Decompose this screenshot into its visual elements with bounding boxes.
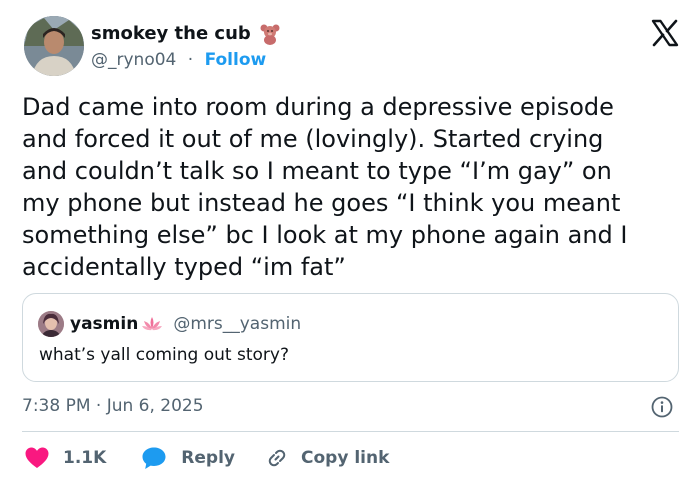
tweet-timestamp[interactable]: 7:38 PM · Jun 6, 2025 — [22, 396, 204, 416]
copy-link-label: Copy link — [301, 448, 390, 468]
reply-button[interactable]: Reply — [141, 446, 235, 470]
author-avatar[interactable] — [24, 16, 84, 76]
quoted-author-handle: @mrs__yasmin — [173, 314, 302, 334]
action-bar: 1.1K Reply Copy link — [24, 444, 389, 472]
author-handle[interactable]: @_ryno04 — [91, 50, 176, 70]
quoted-tweet-text: what’s yall coming out story? — [39, 345, 289, 365]
heart-icon — [25, 447, 49, 468]
follow-button[interactable]: Follow — [205, 50, 267, 70]
like-count: 1.1K — [63, 448, 107, 468]
like-button[interactable]: 1.1K — [24, 446, 106, 470]
author-display-name[interactable]: smokey the cub — [91, 23, 251, 45]
link-icon — [268, 449, 286, 467]
lotus-icon — [141, 316, 163, 332]
quoted-author-avatar — [38, 311, 64, 337]
copy-link-button[interactable]: Copy link — [265, 446, 389, 470]
tweet-text: Dad came into room during a depressive e… — [22, 93, 628, 281]
reply-label: Reply — [181, 448, 235, 468]
tweet-header: smokey the cub @_ryno04 · Follow — [24, 16, 680, 78]
reply-bubble-icon — [142, 447, 166, 469]
teddy-bear-icon — [259, 23, 281, 45]
separator-dot: · — [187, 50, 194, 70]
x-logo-icon[interactable] — [650, 18, 680, 48]
quoted-author-name: yasmin — [70, 314, 139, 334]
actions-divider — [22, 431, 679, 432]
quoted-tweet[interactable]: yasmin @mrs__yasmin what’s yall coming o… — [22, 293, 679, 382]
info-icon[interactable] — [651, 396, 673, 418]
